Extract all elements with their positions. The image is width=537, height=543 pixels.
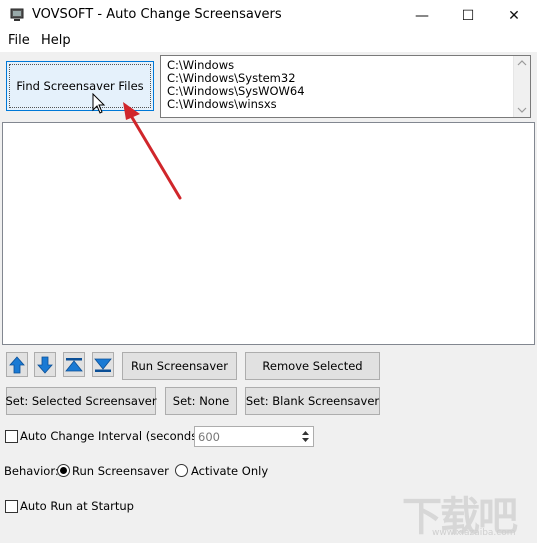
folder-item: C:\Windows bbox=[167, 58, 235, 72]
interval-seconds-field[interactable]: 600 bbox=[194, 426, 314, 447]
minimize-button[interactable]: — bbox=[399, 0, 445, 31]
move-bottom-button[interactable] bbox=[92, 352, 114, 377]
move-down-button[interactable] bbox=[34, 352, 56, 377]
minimize-icon: — bbox=[415, 7, 429, 24]
move-bottom-icon bbox=[94, 358, 112, 372]
behavior-label: Behavior: bbox=[4, 464, 59, 478]
move-up-icon bbox=[9, 355, 25, 373]
run-screensaver-option-label: Run Screensaver bbox=[72, 464, 169, 478]
activate-only-radio[interactable] bbox=[175, 464, 188, 477]
set-none-button[interactable]: Set: None bbox=[165, 387, 237, 415]
menu-bar: File Help bbox=[0, 31, 537, 52]
move-down-icon bbox=[37, 356, 53, 374]
maximize-icon: ☐ bbox=[461, 7, 475, 24]
app-icon bbox=[10, 8, 24, 21]
set-blank-screensaver-button[interactable]: Set: Blank Screensaver bbox=[245, 387, 380, 415]
auto-change-interval-label: Auto Change Interval (seconds): bbox=[20, 429, 206, 443]
title-bar: VOVSOFT - Auto Change Screensavers — ☐ ✕ bbox=[0, 0, 537, 31]
move-top-button[interactable] bbox=[63, 352, 85, 377]
maximize-button[interactable]: ☐ bbox=[445, 0, 491, 31]
menu-help[interactable]: Help bbox=[41, 33, 71, 48]
activate-only-option-label: Activate Only bbox=[191, 464, 269, 478]
move-up-button[interactable] bbox=[6, 352, 28, 377]
move-top-icon bbox=[65, 357, 83, 371]
watermark-url: www.xiazaiba.com bbox=[432, 528, 516, 538]
scroll-arrows-icon bbox=[517, 60, 527, 113]
auto-run-label: Auto Run at Startup bbox=[20, 499, 134, 513]
menu-file[interactable]: File bbox=[8, 33, 30, 48]
mouse-cursor-icon bbox=[92, 93, 106, 114]
spinner-icon[interactable] bbox=[299, 428, 312, 445]
folder-list[interactable]: C:\Windows C:\Windows\System32 C:\Window… bbox=[160, 55, 531, 118]
interval-value: 600 bbox=[198, 430, 220, 444]
folder-scrollbar[interactable] bbox=[513, 56, 530, 117]
folder-item: C:\Windows\System32 bbox=[167, 71, 296, 85]
red-arrow-annotation-icon bbox=[123, 102, 182, 200]
remove-selected-button[interactable]: Remove Selected bbox=[245, 352, 380, 380]
run-screensaver-radio[interactable] bbox=[57, 464, 70, 477]
window-title: VOVSOFT - Auto Change Screensavers bbox=[32, 7, 282, 22]
set-selected-screensaver-button[interactable]: Set: Selected Screensaver bbox=[5, 387, 157, 415]
auto-run-checkbox[interactable] bbox=[5, 500, 18, 513]
close-icon: ✕ bbox=[508, 7, 520, 24]
close-button[interactable]: ✕ bbox=[491, 0, 537, 31]
folder-item: C:\Windows\SysWOW64 bbox=[167, 84, 305, 98]
run-screensaver-button[interactable]: Run Screensaver bbox=[122, 352, 237, 380]
auto-change-interval-checkbox[interactable] bbox=[5, 430, 18, 443]
screensaver-list[interactable] bbox=[2, 122, 535, 345]
